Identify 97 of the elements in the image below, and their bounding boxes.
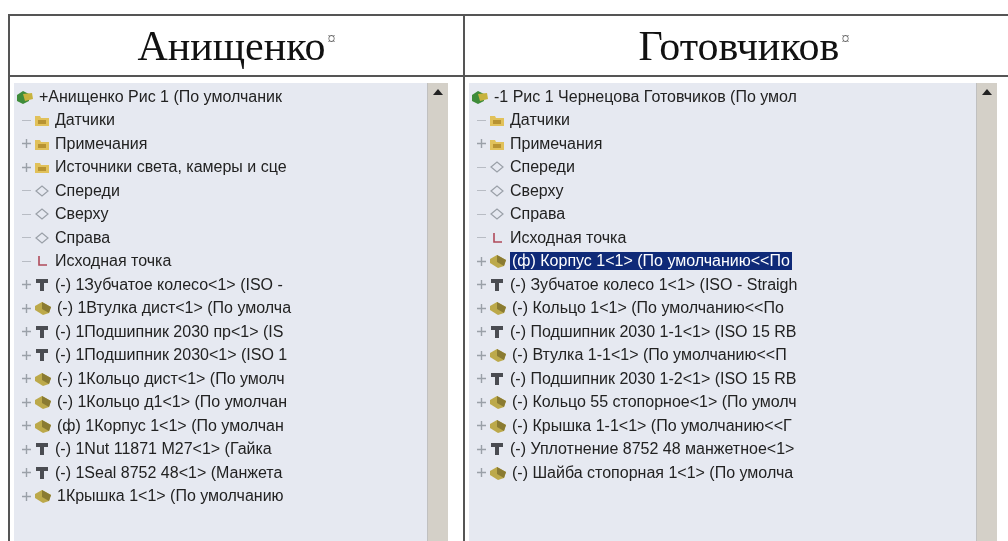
- tree-item[interactable]: Источники света, камеры и сце: [53, 158, 289, 177]
- bolt-icon: [489, 323, 505, 340]
- tree-item[interactable]: Примечания: [53, 134, 150, 153]
- plane-icon: [34, 207, 50, 222]
- expand-icon[interactable]: [22, 397, 31, 407]
- expand-icon[interactable]: [477, 374, 486, 384]
- expand-icon[interactable]: [22, 162, 31, 172]
- tree-item[interactable]: (-) Уплотнение 8752 48 манжетное<1>: [508, 440, 797, 459]
- tree-item[interactable]: (-) 1Подшипник 2030 пр<1> (IS: [53, 322, 286, 341]
- expand-icon[interactable]: [477, 256, 486, 266]
- tree-item[interactable]: (-) Подшипник 2030 1-2<1> (ISO 15 RB: [508, 369, 799, 388]
- folder-icon: [489, 113, 505, 128]
- tree-item[interactable]: (ф) Корпус 1<1> (По умолчанию<<По: [510, 252, 792, 271]
- tree-item[interactable]: +Анищенко Рис 1 (По умолчаник: [37, 87, 284, 106]
- tree-item[interactable]: (-) 1Подшипник 2030<1> (ISO 1: [53, 346, 290, 365]
- column-heading: Анищенко: [137, 21, 326, 70]
- scroll-up-icon[interactable]: [433, 89, 443, 95]
- tree-item[interactable]: Спереди: [508, 158, 577, 177]
- bolt-icon: [489, 370, 505, 387]
- part-icon: [489, 417, 507, 434]
- tree-item[interactable]: (-) 1Зубчатое колесо<1> (ISO -: [53, 275, 285, 294]
- folder-icon: [34, 113, 50, 128]
- expand-icon[interactable]: [22, 350, 31, 360]
- part-icon: [34, 394, 52, 411]
- expand-icon[interactable]: [477, 444, 486, 454]
- tree-item[interactable]: (-) 1Nut 11871 M27<1> (Гайка: [53, 440, 274, 459]
- expand-icon[interactable]: [477, 468, 486, 478]
- tree-item[interactable]: (-) Кольцо 55 стопорное<1> (По умолч: [510, 393, 799, 412]
- bolt-icon: [489, 441, 505, 458]
- part-icon: [489, 394, 507, 411]
- folder-icon: [34, 160, 50, 175]
- part-icon: [34, 370, 52, 387]
- part-icon: [489, 253, 507, 270]
- tree-item[interactable]: (-) 1Seal 8752 48<1> (Манжета: [53, 463, 285, 482]
- tree-item[interactable]: Датчики: [53, 111, 117, 130]
- expand-icon[interactable]: [22, 303, 31, 313]
- bolt-icon: [34, 323, 50, 340]
- bolt-icon: [34, 276, 50, 293]
- expand-icon[interactable]: [22, 374, 31, 384]
- tree-item[interactable]: (-) Подшипник 2030 1-1<1> (ISO 15 RB: [508, 322, 799, 341]
- scroll-up-icon[interactable]: [982, 89, 992, 95]
- tree-item[interactable]: (ф) 1Корпус 1<1> (По умолчан: [55, 416, 286, 435]
- expand-icon[interactable]: [22, 139, 31, 149]
- tree-item[interactable]: Исходная точка: [508, 228, 629, 247]
- expand-icon[interactable]: [22, 491, 31, 501]
- part-icon: [489, 464, 507, 481]
- tree-item[interactable]: Исходная точка: [53, 252, 174, 271]
- tree-item[interactable]: Сверху: [53, 205, 111, 224]
- expand-icon[interactable]: [22, 280, 31, 290]
- tree-item[interactable]: (-) Зубчатое колесо 1<1> (ISO - Straigh: [508, 275, 800, 294]
- expand-icon[interactable]: [22, 468, 31, 478]
- tree-item[interactable]: (-) Крышка 1-1<1> (По умолчанию<<Г: [510, 416, 794, 435]
- tree-item[interactable]: (-) 1Кольцо дист<1> (По умолч: [55, 369, 287, 388]
- plane-icon: [489, 160, 505, 175]
- tree-item[interactable]: Справа: [508, 205, 568, 224]
- expand-icon[interactable]: [477, 303, 486, 313]
- tree-item[interactable]: Датчики: [508, 111, 572, 130]
- tree-item[interactable]: -1 Рис 1 Чернецова Готовчиков (По умол: [492, 87, 799, 106]
- assembly-icon: [471, 88, 489, 105]
- tree-item[interactable]: Сверху: [508, 181, 566, 200]
- part-icon: [489, 300, 507, 317]
- expand-icon[interactable]: [477, 139, 486, 149]
- tree-item[interactable]: Спереди: [53, 181, 122, 200]
- plane-icon: [34, 183, 50, 198]
- plane-icon: [489, 207, 505, 222]
- bolt-icon: [489, 276, 505, 293]
- bolt-icon: [34, 464, 50, 481]
- expand-icon[interactable]: [22, 327, 31, 337]
- cell-end-mark: ¤: [327, 30, 336, 48]
- part-icon: [34, 300, 52, 317]
- expand-icon[interactable]: [477, 350, 486, 360]
- expand-icon[interactable]: [477, 397, 486, 407]
- expand-icon[interactable]: [477, 421, 486, 431]
- part-icon: [34, 488, 52, 505]
- scrollbar[interactable]: [427, 83, 448, 541]
- expand-icon[interactable]: [477, 280, 486, 290]
- tree-item[interactable]: (-) Шайба стопорная 1<1> (По умолча: [510, 463, 796, 482]
- bolt-icon: [34, 441, 50, 458]
- scrollbar[interactable]: [976, 83, 997, 541]
- assembly-icon: [16, 88, 34, 105]
- plane-icon: [34, 230, 50, 245]
- column-heading: Готовчиков: [638, 21, 840, 70]
- tree-item[interactable]: Справа: [53, 228, 113, 247]
- tree-item[interactable]: (-) Втулка 1-1<1> (По умолчанию<<П: [510, 346, 789, 365]
- part-icon: [34, 417, 52, 434]
- bolt-icon: [34, 347, 50, 364]
- tree-item[interactable]: (-) 1Втулка дист<1> (По умолча: [55, 299, 294, 318]
- tree-item[interactable]: (-) 1Кольцо д1<1> (По умолчан: [55, 393, 290, 412]
- expand-icon[interactable]: [22, 421, 31, 431]
- tree-item[interactable]: 1Крышка 1<1> (По умолчанию: [55, 487, 286, 506]
- plane-icon: [489, 183, 505, 198]
- expand-icon[interactable]: [22, 444, 31, 454]
- expand-icon[interactable]: [477, 327, 486, 337]
- part-icon: [489, 347, 507, 364]
- tree-item[interactable]: (-) Кольцо 1<1> (По умолчанию<<По: [510, 299, 786, 318]
- tree-item[interactable]: Примечания: [508, 134, 605, 153]
- cell-end-mark: ¤: [841, 30, 850, 48]
